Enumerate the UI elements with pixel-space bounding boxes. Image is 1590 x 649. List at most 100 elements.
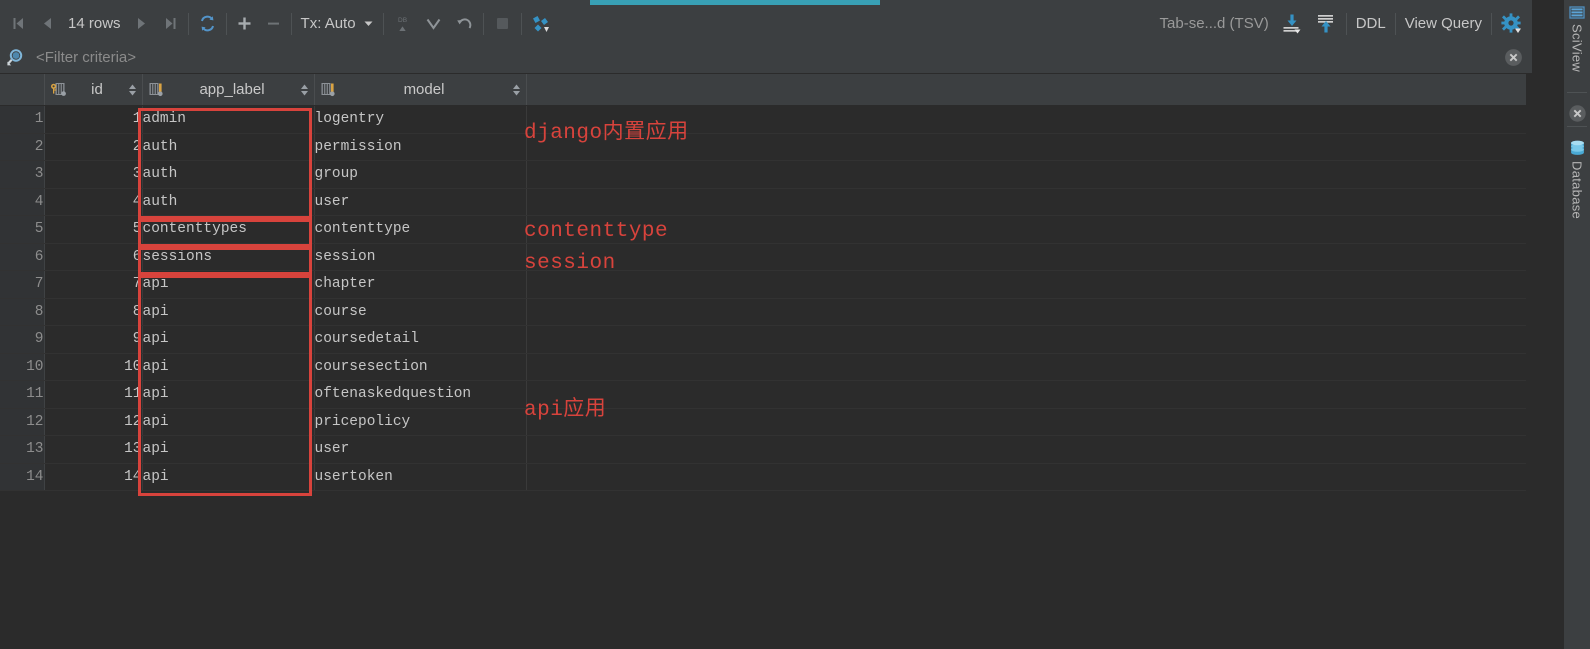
clear-filter-icon[interactable] [1504,48,1523,67]
cell-id[interactable]: 14 [44,463,143,491]
delete-row-button[interactable] [259,9,288,39]
cell-app_label[interactable]: api [142,325,315,354]
add-row-button[interactable] [230,9,259,39]
column-header-app_label[interactable]: app_label [142,74,315,106]
table-row[interactable]: 12 12 api pricepolicy [0,408,1526,436]
row-number-cell[interactable]: 4 [0,188,45,216]
data-format-label[interactable]: Tab-se...d (TSV) [1154,9,1275,39]
cell-id[interactable]: 5 [44,215,143,244]
cell-id[interactable]: 12 [44,408,143,436]
cell-model[interactable]: coursedetail [314,325,527,354]
cell-id[interactable]: 1 [44,105,143,134]
table-row[interactable]: 4 4 auth user [0,188,1526,216]
cell-model[interactable]: logentry [314,105,527,134]
export-data-button[interactable] [1275,9,1309,39]
import-data-button[interactable] [1309,9,1343,39]
cell-app_label[interactable]: contenttypes [142,215,315,244]
prev-row-button[interactable] [33,9,62,39]
filter-criteria-input[interactable]: <Filter criteria> [36,49,1504,66]
hide-tool-window-button[interactable] [1564,100,1590,123]
transaction-mode-dropdown[interactable]: Tx: Auto [295,9,380,39]
view-query-button[interactable]: View Query [1399,9,1488,39]
cell-app_label[interactable]: api [142,380,315,409]
cell-app_label[interactable]: auth [142,188,315,216]
commit-button[interactable] [418,9,449,39]
data-extractor-button[interactable] [525,9,558,39]
cell-id[interactable]: 11 [44,380,143,409]
table-row[interactable]: 5 5 contenttypes contenttype [0,215,1526,244]
cell-model[interactable]: group [314,160,527,189]
cell-id[interactable]: 10 [44,353,143,381]
tool-window-tab-sciview[interactable]: SciView [1564,2,1590,72]
cell-model[interactable]: course [314,298,527,326]
cell-app_label[interactable]: sessions [142,243,315,271]
table-row[interactable]: 3 3 auth group [0,160,1526,189]
table-row[interactable]: 11 11 api oftenaskedquestion [0,380,1526,409]
reload-page-button[interactable] [192,9,223,39]
table-row[interactable]: 2 2 auth permission [0,133,1526,161]
table-row[interactable]: 6 6 sessions session [0,243,1526,271]
cell-app_label[interactable]: api [142,408,315,436]
cell-app_label[interactable]: api [142,270,315,299]
cell-model[interactable]: oftenaskedquestion [314,380,527,409]
cell-id[interactable]: 2 [44,133,143,161]
cell-model[interactable]: pricepolicy [314,408,527,436]
cell-app_label[interactable]: api [142,435,315,464]
cell-app_label[interactable]: api [142,353,315,381]
row-number-cell[interactable]: 8 [0,298,45,326]
row-number-cell[interactable]: 14 [0,463,45,491]
row-number-cell[interactable]: 1 [0,105,45,134]
tool-window-tab-database[interactable]: Database [1564,136,1590,219]
table-row[interactable]: 1 1 admin logentry [0,105,1526,134]
cancel-running-statements-button[interactable] [487,9,518,39]
table-row[interactable]: 13 13 api user [0,435,1526,464]
cell-id[interactable]: 8 [44,298,143,326]
settings-button[interactable] [1495,9,1528,39]
row-number-cell[interactable]: 3 [0,160,45,189]
row-number-cell[interactable]: 2 [0,133,45,161]
table-row[interactable]: 14 14 api usertoken [0,463,1526,491]
sort-toggle-icon[interactable] [512,83,521,97]
cell-model[interactable]: user [314,188,527,216]
cell-id[interactable]: 3 [44,160,143,189]
cell-app_label[interactable]: auth [142,133,315,161]
row-number-cell[interactable]: 9 [0,325,45,354]
ddl-button[interactable]: DDL [1350,9,1392,39]
cell-model[interactable]: usertoken [314,463,527,491]
submit-to-database-button[interactable]: DB [387,9,418,39]
table-row[interactable]: 9 9 api coursedetail [0,325,1526,354]
cell-model[interactable]: user [314,435,527,464]
cell-app_label[interactable]: api [142,298,315,326]
row-number-cell[interactable]: 6 [0,243,45,271]
cell-app_label[interactable]: api [142,463,315,491]
first-row-button[interactable] [4,9,33,39]
row-number-cell[interactable]: 5 [0,215,45,244]
cell-id[interactable]: 6 [44,243,143,271]
table-row[interactable]: 8 8 api course [0,298,1526,326]
cell-app_label[interactable]: admin [142,105,315,134]
cell-id[interactable]: 13 [44,435,143,464]
cell-id[interactable]: 7 [44,270,143,299]
cell-id[interactable]: 9 [44,325,143,354]
column-header-id[interactable]: id [44,74,143,106]
row-number-cell[interactable]: 11 [0,380,45,409]
table-row[interactable]: 7 7 api chapter [0,270,1526,299]
cell-app_label[interactable]: auth [142,160,315,189]
cell-model[interactable]: session [314,243,527,271]
cell-id[interactable]: 4 [44,188,143,216]
row-number-cell[interactable]: 7 [0,270,45,299]
sort-toggle-icon[interactable] [300,83,309,97]
sort-toggle-icon[interactable] [128,83,137,97]
next-row-button[interactable] [127,9,156,39]
table-row[interactable]: 10 10 api coursesection [0,353,1526,381]
cell-model[interactable]: chapter [314,270,527,299]
rollback-button[interactable] [449,9,480,39]
cell-model[interactable]: contenttype [314,215,527,244]
row-number-cell[interactable]: 13 [0,435,45,464]
cell-model[interactable]: permission [314,133,527,161]
cell-model[interactable]: coursesection [314,353,527,381]
last-row-button[interactable] [156,9,185,39]
row-number-cell[interactable]: 12 [0,408,45,436]
row-number-cell[interactable]: 10 [0,353,45,381]
column-header-model[interactable]: model [314,74,527,106]
